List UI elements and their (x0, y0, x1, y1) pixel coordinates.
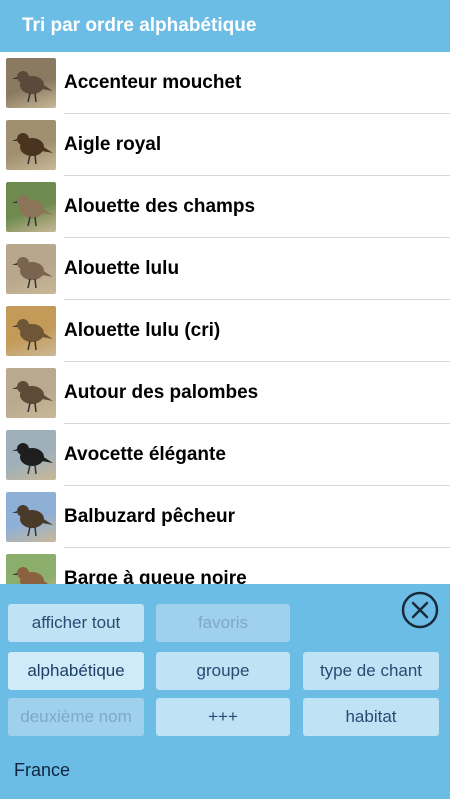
second-name-button[interactable]: deuxième nom (8, 698, 144, 736)
show-all-button[interactable]: afficher tout (8, 604, 144, 642)
more-button[interactable]: +++ (156, 698, 290, 736)
list-item[interactable]: Balbuzard pêcheur (0, 486, 450, 548)
bird-list[interactable]: Accenteur mouchet Aigle royal Alouette des… (0, 52, 450, 584)
bird-thumbnail (6, 368, 56, 418)
bird-name: Avocette élégante (64, 444, 226, 465)
bird-thumbnail (6, 244, 56, 294)
song-type-button[interactable]: type de chant (303, 652, 439, 690)
title-bar: Tri par ordre alphabétique (0, 0, 450, 52)
bird-name: Alouette des champs (64, 196, 256, 217)
list-item[interactable]: Alouette lulu (0, 238, 450, 300)
list-item[interactable]: Accenteur mouchet (0, 52, 450, 114)
close-icon (401, 591, 439, 629)
list-item[interactable]: Aigle royal (0, 114, 450, 176)
bird-name: Balbuzard pêcheur (64, 506, 236, 527)
bird-thumbnail (6, 492, 56, 542)
bird-name: Autour des palombes (64, 382, 259, 403)
bird-name: Alouette lulu (cri) (64, 320, 221, 341)
list-item[interactable]: Alouette des champs (0, 176, 450, 238)
bird-name: Aigle royal (64, 134, 162, 155)
bird-name: Alouette lulu (64, 258, 180, 279)
country-label: France (14, 760, 71, 780)
bird-name: Accenteur mouchet (64, 72, 242, 93)
group-sort-button[interactable]: groupe (156, 652, 290, 690)
bird-thumbnail (6, 430, 56, 480)
alphabetical-sort-button[interactable]: alphabétique (8, 652, 144, 690)
page-title: Tri par ordre alphabétique (22, 15, 257, 36)
bird-thumbnail (6, 554, 56, 584)
list-item[interactable]: Alouette lulu (cri) (0, 300, 450, 362)
bird-thumbnail (6, 120, 56, 170)
bird-thumbnail (6, 306, 56, 356)
list-item[interactable]: Avocette élégante (0, 424, 450, 486)
close-button[interactable] (401, 591, 439, 629)
list-item[interactable]: Autour des palombes (0, 362, 450, 424)
bird-thumbnail (6, 58, 56, 108)
list-item[interactable]: Barge à queue noire (0, 548, 450, 584)
bird-name: Barge à queue noire (64, 568, 247, 584)
bird-thumbnail (6, 182, 56, 232)
habitat-button[interactable]: habitat (303, 698, 439, 736)
favorites-button[interactable]: favoris (156, 604, 290, 642)
